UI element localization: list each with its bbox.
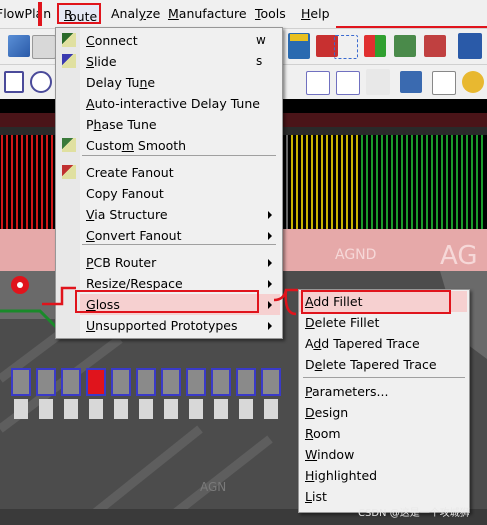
net-label: AGND bbox=[335, 247, 376, 263]
red-marker bbox=[38, 2, 42, 26]
toolbar-icon[interactable] bbox=[8, 35, 30, 57]
toolbar-icon[interactable] bbox=[336, 71, 360, 95]
route-menu-item-label: Via Structure bbox=[86, 207, 168, 222]
grid-icon[interactable] bbox=[334, 35, 358, 59]
route-menu-item-label: PCB Router bbox=[86, 255, 157, 270]
route-menu-item[interactable]: PCB Router bbox=[80, 252, 280, 273]
gloss-menu-item[interactable]: Delete Fillet bbox=[299, 312, 467, 333]
toolbar-icon[interactable] bbox=[424, 35, 446, 57]
menu-help[interactable]: Help bbox=[301, 6, 330, 21]
menu-label: Flow bbox=[0, 6, 25, 21]
toolbar-icon[interactable] bbox=[366, 69, 390, 95]
gloss-highlight-box bbox=[75, 290, 259, 313]
menu-label-accel: y bbox=[138, 6, 147, 21]
toolbar-icon[interactable] bbox=[400, 71, 422, 93]
toolbar-icon[interactable] bbox=[394, 35, 416, 57]
toolbar-icon[interactable] bbox=[462, 71, 484, 93]
menu-separator bbox=[303, 377, 465, 378]
app-window: FlowPlan Route Analyze Manufacture Tools… bbox=[0, 0, 487, 525]
bracket-annotation bbox=[42, 286, 76, 306]
gloss-menu-item-label: Add Tapered Trace bbox=[305, 336, 420, 351]
route-menu-item-label: Connect bbox=[86, 33, 138, 48]
route-menu-item-label: Delay Tune bbox=[86, 75, 156, 90]
toolbar-icon[interactable] bbox=[4, 71, 24, 93]
route-menu-item[interactable]: Connect w bbox=[80, 30, 280, 51]
submenu-arrow-icon bbox=[268, 322, 272, 330]
route-menu-item-label: Custom Smooth bbox=[86, 138, 187, 153]
fanout-icon bbox=[62, 165, 76, 179]
route-menu-item[interactable]: Copy Fanout bbox=[80, 183, 280, 204]
route-menu-item-label: Convert Fanout bbox=[86, 228, 182, 243]
menu-flowplan[interactable]: FlowPlan bbox=[0, 6, 51, 21]
gloss-menu-item-label: Window bbox=[305, 447, 355, 462]
route-menu-item-label: Create Fanout bbox=[86, 165, 174, 180]
flip-icon[interactable] bbox=[288, 33, 310, 59]
gloss-menu-item[interactable]: Window bbox=[299, 444, 467, 465]
route-menu-item[interactable]: Via Structure bbox=[80, 204, 280, 225]
gloss-menu-item-label: Parameters... bbox=[305, 384, 389, 399]
add-fillet-highlight-box bbox=[301, 290, 451, 314]
route-menu-item[interactable]: Delay Tune bbox=[80, 72, 280, 93]
toolbar-icon[interactable] bbox=[432, 71, 456, 95]
route-menu-item[interactable]: Custom Smooth bbox=[80, 135, 280, 156]
menu-label-accel: M bbox=[168, 6, 179, 21]
gloss-menu-item-label: Delete Fillet bbox=[305, 315, 380, 330]
menu-label: Anal bbox=[111, 6, 139, 21]
route-menu-item[interactable]: Unsupported Prototypes bbox=[80, 315, 280, 336]
menu-label: oute bbox=[69, 9, 98, 24]
route-menu-item[interactable]: Phase Tune bbox=[80, 114, 280, 135]
route-menu-item-label: Auto-interactive Delay Tune bbox=[86, 96, 260, 111]
gloss-menu-item-label: Delete Tapered Trace bbox=[305, 357, 437, 372]
toolbar-icon[interactable] bbox=[458, 33, 482, 59]
route-menu-item-label: Unsupported Prototypes bbox=[86, 318, 238, 333]
gloss-submenu: Add Fillet Delete Fillet Add Tapered Trace… bbox=[298, 289, 470, 513]
menu-label: ze bbox=[146, 6, 161, 21]
menu-separator bbox=[82, 244, 276, 245]
slide-icon bbox=[62, 54, 76, 68]
menu-separator bbox=[82, 155, 276, 156]
menu-analyze[interactable]: Analyze bbox=[111, 6, 160, 21]
route-menu-item[interactable]: Slide s bbox=[80, 51, 280, 72]
shortcut-label: w bbox=[256, 33, 266, 47]
gloss-menu-item[interactable]: Delete Tapered Trace bbox=[299, 354, 467, 375]
gloss-menu-item[interactable]: Highlighted bbox=[299, 465, 467, 486]
smooth-icon bbox=[62, 138, 76, 152]
menu-label: anufacture bbox=[178, 6, 247, 21]
gloss-menu-item[interactable]: Room bbox=[299, 423, 467, 444]
route-menu-item-label: Slide bbox=[86, 54, 117, 69]
route-menu-item[interactable]: Create Fanout bbox=[80, 162, 280, 183]
route-menu-item-label: Phase Tune bbox=[86, 117, 157, 132]
submenu-arrow-icon bbox=[268, 259, 272, 267]
gloss-menu-item[interactable]: Design bbox=[299, 402, 467, 423]
menu-label-accel: H bbox=[301, 6, 311, 21]
route-menu-item[interactable]: Auto-interactive Delay Tune bbox=[80, 93, 280, 114]
route-menu-item[interactable]: Convert Fanout bbox=[80, 225, 280, 246]
gloss-menu-item-label: List bbox=[305, 489, 327, 504]
submenu-arrow-icon bbox=[268, 232, 272, 240]
toolbar-icon[interactable] bbox=[306, 71, 330, 95]
submenu-arrow-icon bbox=[268, 211, 272, 219]
menu-label: elp bbox=[310, 6, 330, 21]
menubar: FlowPlan Route Analyze Manufacture Tools… bbox=[0, 0, 487, 28]
connect-icon bbox=[62, 33, 76, 47]
gloss-menu-item[interactable]: Add Tapered Trace bbox=[299, 333, 467, 354]
toolbar-icon[interactable] bbox=[364, 35, 386, 57]
gloss-menu-item-label: Design bbox=[305, 405, 349, 420]
shortcut-label: s bbox=[256, 54, 263, 68]
toolbar-icon[interactable] bbox=[32, 35, 56, 59]
route-menu-item-label: Copy Fanout bbox=[86, 186, 164, 201]
menu-label: ools bbox=[260, 6, 286, 21]
net-label: AGN bbox=[200, 480, 226, 494]
watermark: CSDN @这是一个攻城狮 bbox=[358, 508, 470, 519]
net-label: AG bbox=[440, 241, 477, 271]
menu-route[interactable]: Route bbox=[57, 3, 101, 24]
menu-manufacture[interactable]: Manufacture bbox=[168, 6, 247, 21]
menu-tools[interactable]: Tools bbox=[255, 6, 286, 21]
gloss-menu-item-label: Highlighted bbox=[305, 468, 378, 483]
gloss-menu-item[interactable]: Parameters... bbox=[299, 381, 467, 402]
gloss-menu-item-label: Room bbox=[305, 426, 341, 441]
toolbar-icon[interactable] bbox=[30, 71, 52, 93]
bracket-annotation bbox=[273, 288, 298, 316]
